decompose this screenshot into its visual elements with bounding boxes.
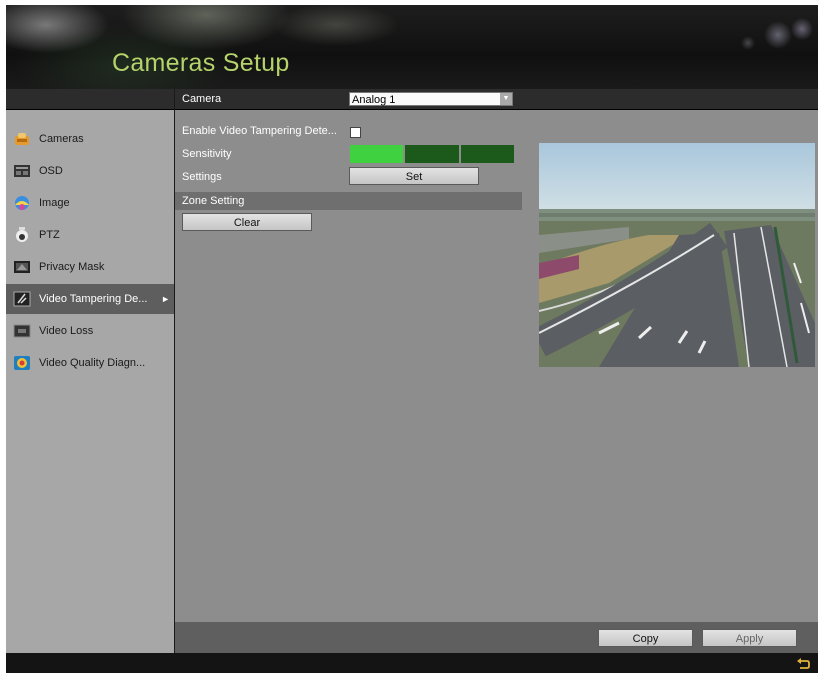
- sidebar-item-label: Video Quality Diagn...: [39, 357, 146, 369]
- camera-select[interactable]: Analog 1 ▼: [349, 92, 513, 106]
- sidebar-item-osd[interactable]: OSD: [6, 156, 174, 186]
- copy-button[interactable]: Copy: [598, 629, 693, 647]
- clear-button[interactable]: Clear: [182, 213, 312, 231]
- sidebar-item-label: PTZ: [39, 229, 60, 241]
- sidebar-item-label: Image: [39, 197, 70, 209]
- sidebar-item-label: Privacy Mask: [39, 261, 105, 273]
- camera-select-value: Analog 1: [352, 94, 396, 106]
- sidebar-item-video-tampering[interactable]: Video Tampering De... ►: [6, 284, 174, 314]
- header: Cameras Setup: [6, 5, 818, 89]
- sidebar-item-label: Cameras: [39, 133, 84, 145]
- page-title: Cameras Setup: [112, 49, 290, 77]
- footer-bar: Copy Apply: [175, 622, 818, 653]
- video-tampering-icon: [13, 290, 31, 308]
- image-icon: [13, 194, 31, 212]
- sidebar: Cameras OSD Image PTZ Privacy Mask Video…: [6, 89, 174, 653]
- video-preview-image: [539, 143, 815, 367]
- sensitivity-segment: [405, 145, 459, 163]
- cameras-setup-window: Cameras Setup Cameras OSD Image PTZ Priv…: [6, 5, 818, 673]
- sidebar-item-video-quality[interactable]: Video Quality Diagn...: [6, 348, 174, 378]
- sidebar-item-privacy-mask[interactable]: Privacy Mask: [6, 252, 174, 282]
- sidebar-item-image[interactable]: Image: [6, 188, 174, 218]
- enable-tampering-label: Enable Video Tampering Dete...: [182, 125, 337, 137]
- sensitivity-label: Sensitivity: [182, 148, 232, 160]
- sidebar-item-label: Video Loss: [39, 325, 94, 337]
- zone-setting-bar: Zone Setting: [175, 192, 522, 210]
- sensitivity-segment: [460, 145, 514, 163]
- apply-button[interactable]: Apply: [702, 629, 797, 647]
- sidebar-item-label: OSD: [39, 165, 63, 177]
- settings-panel: Camera Analog 1 ▼ Enable Video Tampering…: [175, 89, 818, 653]
- zone-setting-label: Zone Setting: [182, 195, 245, 207]
- back-icon[interactable]: [796, 656, 810, 670]
- sensitivity-slider[interactable]: [350, 145, 514, 163]
- enable-tampering-checkbox[interactable]: [350, 127, 361, 138]
- ptz-icon: [13, 226, 31, 244]
- status-bar: [6, 653, 818, 673]
- cameras-icon: [13, 130, 31, 148]
- sidebar-item-ptz[interactable]: PTZ: [6, 220, 174, 250]
- privacy-mask-icon: [13, 258, 31, 276]
- sidebar-item-video-loss[interactable]: Video Loss: [6, 316, 174, 346]
- sidebar-item-label: Video Tampering De...: [39, 293, 148, 305]
- video-quality-icon: [13, 354, 31, 372]
- settings-label: Settings: [182, 171, 222, 183]
- osd-icon: [13, 162, 31, 180]
- sidebar-item-cameras[interactable]: Cameras: [6, 124, 174, 154]
- camera-selector-bar: Camera Analog 1 ▼: [175, 89, 818, 110]
- chevron-down-icon: ▼: [500, 93, 512, 105]
- sidebar-header-bar: [6, 89, 174, 110]
- camera-label: Camera: [182, 93, 222, 105]
- video-preview: [539, 143, 815, 367]
- set-button[interactable]: Set: [349, 167, 479, 185]
- header-decoration-right: [698, 5, 818, 89]
- video-loss-icon: [13, 322, 31, 340]
- chevron-right-icon: ►: [161, 294, 170, 304]
- sensitivity-segment: [350, 145, 404, 163]
